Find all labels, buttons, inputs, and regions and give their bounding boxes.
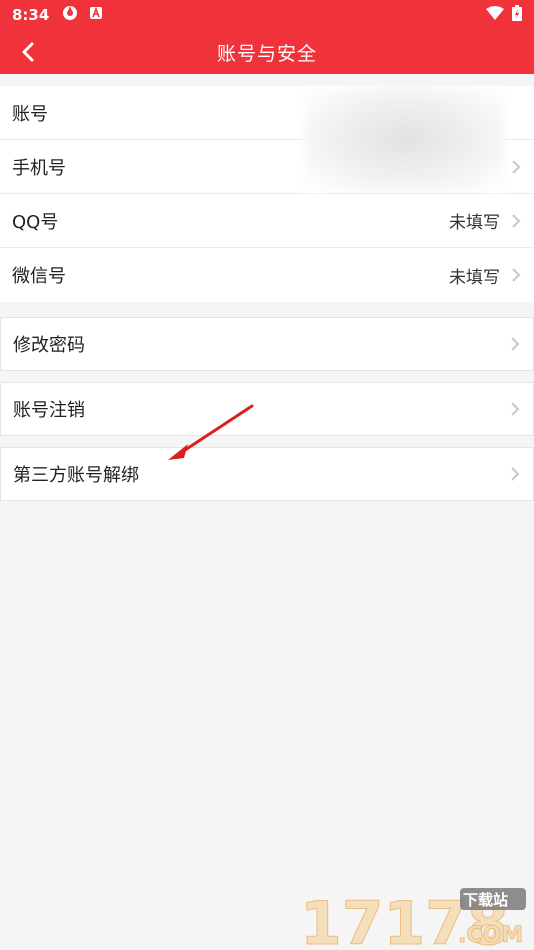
qq-row[interactable]: QQ号 未填写	[0, 194, 534, 248]
phone-label: 手机号	[12, 157, 66, 179]
cancel-account-label: 账号注销	[13, 400, 85, 421]
wifi-icon	[486, 6, 504, 24]
change-password-label: 修改密码	[13, 335, 85, 356]
qq-label: QQ号	[12, 211, 59, 233]
unbind-third-party-item[interactable]: 第三方账号解绑	[0, 447, 534, 501]
change-password-item[interactable]: 修改密码	[0, 317, 534, 371]
battery-icon	[512, 5, 522, 25]
chevron-right-icon	[511, 402, 520, 416]
status-time: 8:34	[12, 6, 50, 24]
chevron-left-icon	[22, 42, 34, 62]
unbind-third-party-label: 第三方账号解绑	[13, 465, 139, 486]
site-watermark-logo: 17178 下载站 .COM	[300, 888, 526, 950]
redacted-account-info	[305, 86, 505, 192]
page-title: 账号与安全	[216, 42, 317, 65]
annotation-arrow-icon	[168, 404, 254, 460]
chevron-right-icon	[512, 213, 521, 228]
chevron-right-icon	[512, 159, 521, 174]
chevron-right-icon	[512, 268, 521, 282]
wechat-row[interactable]: 微信号 未填写	[0, 248, 534, 302]
back-button[interactable]	[14, 38, 42, 66]
qq-value: 未填写	[449, 213, 500, 233]
account-label: 账号	[12, 103, 48, 125]
app-bar: 账号与安全	[0, 30, 534, 74]
app-notification-icon	[89, 6, 103, 24]
wechat-label: 微信号	[12, 266, 66, 287]
sync-icon	[61, 4, 79, 26]
cancel-account-item[interactable]: 账号注销	[0, 382, 534, 436]
watermark-tag: 下载站	[463, 891, 508, 909]
watermark-domain: .COM	[458, 923, 523, 948]
wechat-value: 未填写	[449, 267, 500, 288]
status-bar: 8:34	[0, 0, 534, 30]
chevron-right-icon	[511, 467, 520, 481]
chevron-right-icon	[511, 337, 520, 351]
